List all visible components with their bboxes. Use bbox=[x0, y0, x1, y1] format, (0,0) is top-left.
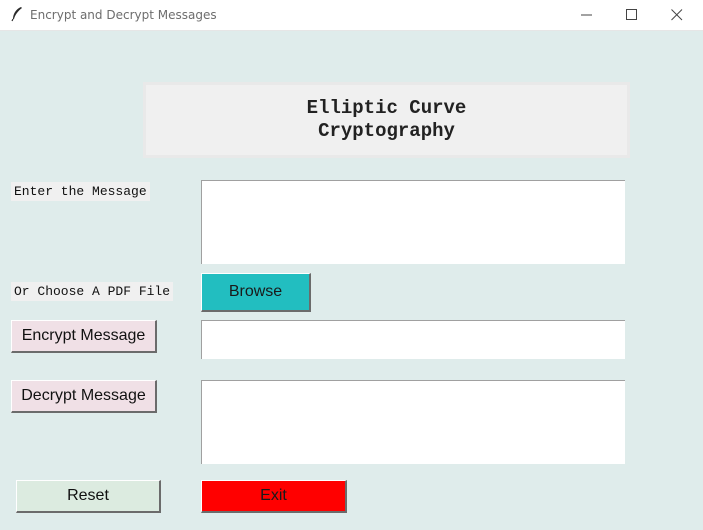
minimize-icon bbox=[581, 14, 592, 16]
decrypt-button[interactable]: Decrypt Message bbox=[11, 380, 157, 413]
maximize-icon bbox=[626, 9, 637, 20]
message-input[interactable] bbox=[201, 180, 625, 264]
encrypt-button[interactable]: Encrypt Message bbox=[11, 320, 157, 353]
feather-icon bbox=[10, 6, 24, 22]
minimize-button[interactable] bbox=[564, 0, 610, 30]
title-bar: Encrypt and Decrypt Messages bbox=[0, 0, 703, 31]
heading-line-2: Cryptography bbox=[318, 120, 455, 142]
heading-line-1: Elliptic Curve bbox=[306, 97, 467, 119]
main-window: Elliptic Curve Cryptography Enter the Me… bbox=[0, 31, 703, 530]
message-label: Enter the Message bbox=[11, 182, 150, 201]
close-icon bbox=[671, 9, 683, 21]
encrypted-output[interactable] bbox=[201, 320, 625, 359]
window-title: Encrypt and Decrypt Messages bbox=[30, 8, 217, 22]
reset-button[interactable]: Reset bbox=[16, 480, 161, 513]
close-button[interactable] bbox=[654, 0, 700, 30]
pdf-label: Or Choose A PDF File bbox=[11, 282, 174, 301]
exit-button[interactable]: Exit bbox=[201, 480, 347, 513]
browse-button[interactable]: Browse bbox=[201, 273, 311, 312]
decrypted-output[interactable] bbox=[201, 380, 625, 464]
heading-panel: Elliptic Curve Cryptography bbox=[143, 82, 630, 158]
maximize-button[interactable] bbox=[609, 0, 655, 30]
